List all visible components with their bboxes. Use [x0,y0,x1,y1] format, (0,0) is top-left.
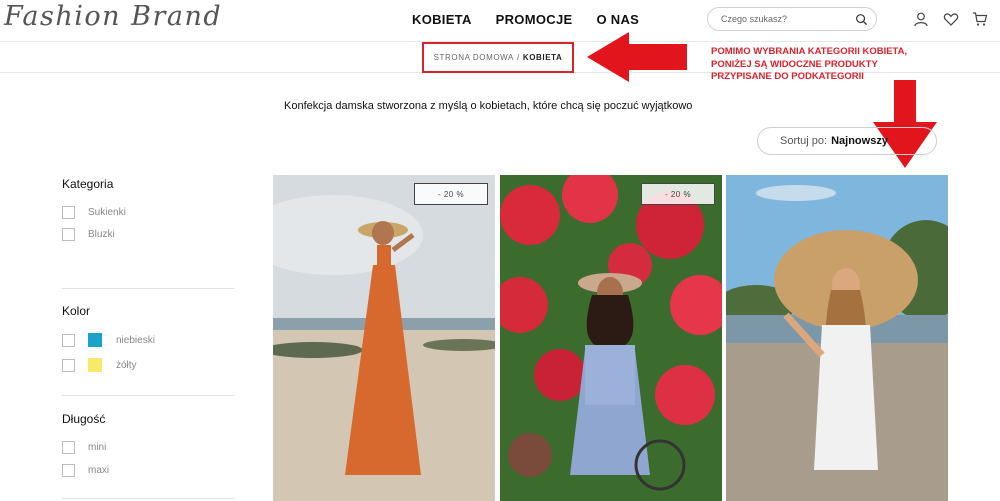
brand-logo[interactable]: Fashion Brand [4,1,222,32]
filter-option-label: Sukienki [88,207,126,218]
nav-item-o-nas[interactable]: O NAS [596,12,639,27]
cart-icon[interactable] [972,11,988,27]
category-description: Konfekcja damska stworzona z myślą o kob… [284,100,693,112]
filter-option-sukienki[interactable]: Sukienki [62,206,126,219]
annotation-arrow-left [587,32,687,82]
filter-title-category: Kategoria [62,177,114,191]
checkbox[interactable] [62,333,75,347]
product-image [273,175,495,501]
discount-badge: - 20 % [641,183,715,205]
filter-option-label: maxi [88,465,110,476]
search-input[interactable] [721,11,849,27]
filter-title-length: Długość [62,412,106,426]
discount-badge: - 20 % [414,183,488,205]
product-image [726,175,948,501]
filter-option-label: mini [88,442,107,453]
filter-title-color: Kolor [62,304,91,318]
filter-option-label: niebieski [116,334,155,346]
checkbox[interactable] [62,228,75,241]
product-card[interactable]: - 20 % [500,175,722,501]
breadcrumb: STRONA DOMOWA / KOBIETA [422,42,574,73]
checkbox[interactable] [62,441,75,454]
site-header: Fashion Brand KOBIETA PROMOCJE O NAS [0,0,1000,42]
filter-option-label: Bluzki [88,229,115,240]
checkbox[interactable] [62,206,75,219]
main-nav: KOBIETA PROMOCJE O NAS [412,12,639,27]
nav-item-kobieta[interactable]: KOBIETA [412,12,472,27]
sort-value: Najnowszy [831,135,888,147]
product-card[interactable] [726,175,948,501]
annotation-line-2: PONIŻEJ SĄ WIDOCZNE PRODUKTY [711,58,878,70]
product-card[interactable]: - 20 % [273,175,495,501]
checkbox[interactable] [62,358,75,372]
heart-icon[interactable] [943,11,959,27]
annotation-arrow-down [873,80,937,168]
filter-option-niebieski[interactable]: niebieski [62,333,155,347]
breadcrumb-current: KOBIETA [522,53,563,62]
annotation-line-3: PRZYPISANE DO PODKATEGORII [711,71,864,82]
breadcrumb-home[interactable]: STRONA DOMOWA [434,53,514,62]
filter-option-zolty[interactable]: żółty [62,358,137,372]
nav-item-promocje[interactable]: PROMOCJE [496,12,573,27]
filter-option-bluzki[interactable]: Bluzki [62,228,115,241]
breadcrumb-separator: / [516,53,520,62]
sort-dropdown[interactable]: Sortuj po: Najnowszy [757,127,937,155]
filter-divider [62,395,235,396]
color-swatch-blue [88,333,102,347]
filter-option-mini[interactable]: mini [62,441,106,454]
checkbox[interactable] [62,464,75,477]
color-swatch-yellow [88,358,102,372]
annotation-line-1: POMIMO WYBRANIA KATEGORII KOBIETA, [711,46,908,57]
filter-divider [62,288,235,289]
filter-option-label: żółty [116,359,137,371]
user-icon[interactable] [913,11,929,27]
search-box [707,7,877,31]
filter-option-maxi[interactable]: maxi [62,464,109,477]
annotation-text: POMIMO WYBRANIA KATEGORII KOBIETA, PONIŻ… [711,46,971,84]
product-image [500,175,722,501]
sort-label: Sortuj po: [780,135,828,147]
filter-divider [62,498,235,499]
search-icon[interactable] [855,13,868,26]
